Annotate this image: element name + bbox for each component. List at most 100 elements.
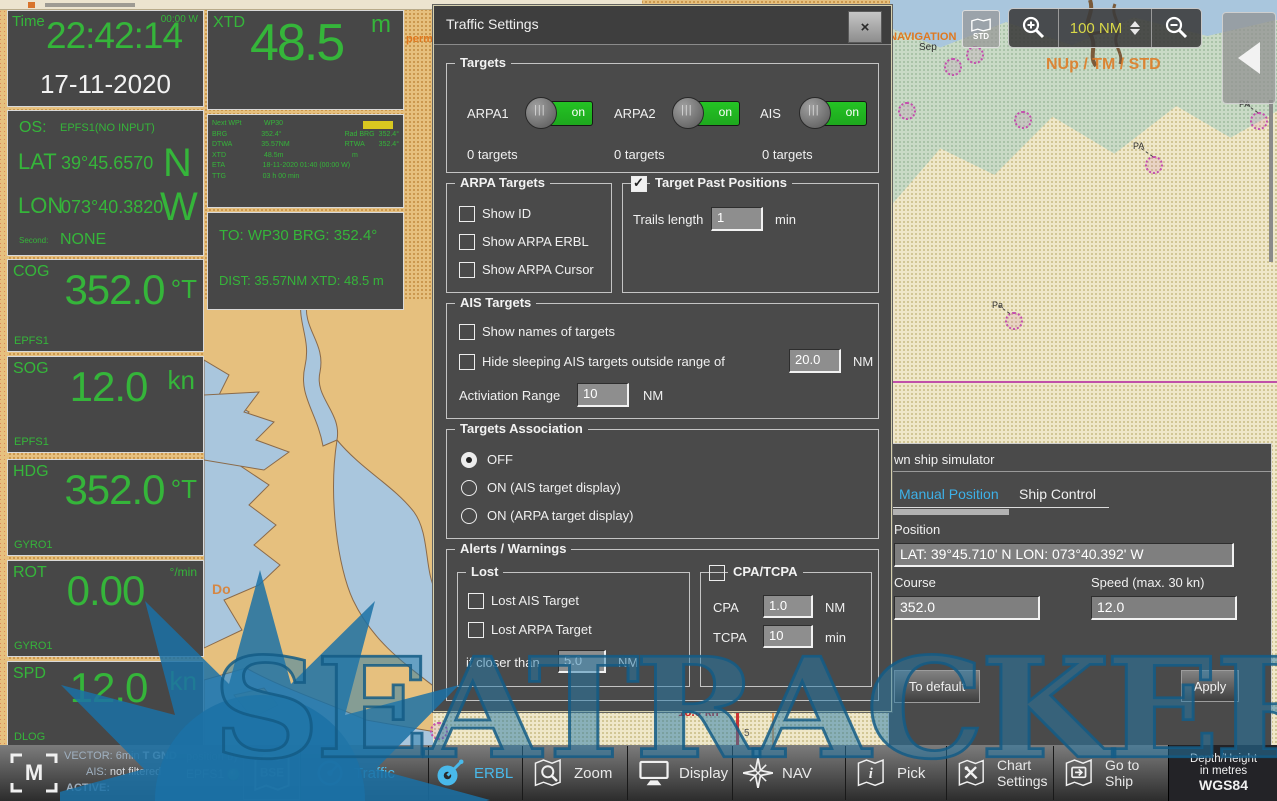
route-row: DTWA35.57NMRTWA352.4°	[212, 141, 399, 148]
zoom-button-label: Zoom	[574, 765, 612, 782]
toolbar-button-traffic[interactable]: Traffic	[300, 746, 428, 800]
dialog-close-button[interactable]: ×	[848, 11, 882, 43]
position-input[interactable]: LAT: 39°45.710' N LON: 073°40.392' W	[894, 543, 1234, 567]
zoom-in-button[interactable]	[1009, 9, 1059, 47]
zoom-in-icon	[1021, 15, 1047, 41]
scale-spinner-icon[interactable]	[1130, 21, 1140, 35]
position-panel: OS: EPFS1(NO INPUT) LAT 39°45.6570 N LON…	[7, 110, 204, 256]
show-arpa-erbl-checkbox[interactable]	[459, 234, 475, 250]
activation-range-input[interactable]: 10	[577, 383, 629, 407]
route-row: XTD48.5mm	[212, 152, 399, 159]
arpa1-label: ARPA1	[467, 106, 509, 121]
toolbar-button-display[interactable]: Display	[627, 746, 732, 800]
toolbar-button-nav[interactable]: NAV	[732, 746, 845, 800]
display-monitor-icon	[638, 759, 670, 787]
toolbar-button-pick[interactable]: i Pick	[845, 746, 946, 800]
show-names-checkbox[interactable]	[459, 324, 475, 340]
speed-input[interactable]: 12.0	[1091, 596, 1237, 620]
association-off-radio[interactable]	[461, 452, 477, 468]
chart-boundary-line	[890, 381, 1277, 383]
traffic-button-label: Traffic	[354, 765, 395, 782]
show-arpa-erbl-label: Show ARPA ERBL	[482, 234, 589, 249]
clock-date: 17-11-2020	[8, 69, 203, 100]
toolbar-button-erbl[interactable]: ERBL	[428, 746, 522, 800]
active-tab-indicator	[892, 509, 1009, 515]
to-default-button[interactable]: To default	[894, 670, 980, 703]
monogram-letter: M	[10, 760, 58, 786]
os-source: EPFS1(NO INPUT)	[60, 122, 155, 134]
course-input[interactable]: 352.0	[894, 596, 1040, 620]
background-window-icon	[28, 2, 35, 8]
if-closer-input[interactable]: 5.0	[558, 650, 606, 673]
hide-range-input[interactable]: 20.0	[789, 349, 841, 373]
alerts-warnings-group: Alerts / Warnings Lost Lost AIS Target L…	[446, 549, 879, 701]
past-positions-checkbox[interactable]	[631, 176, 647, 192]
chart-display-mode-button[interactable]: STD	[962, 10, 1000, 48]
datum-label: WGS84	[1199, 777, 1248, 793]
toolbar-button-chart-settings[interactable]: Chart Settings	[946, 746, 1053, 800]
hide-sleeping-checkbox[interactable]	[459, 354, 475, 370]
pick-info-map-icon: i	[856, 758, 888, 788]
tab-manual-position[interactable]: Manual Position	[899, 486, 999, 502]
obstruction-symbol	[944, 58, 962, 76]
tcpa-input[interactable]: 10	[763, 625, 813, 648]
alerts-warnings-title: Alerts / Warnings	[455, 541, 571, 556]
lat-label: LAT	[18, 149, 57, 175]
trails-length-input[interactable]: 1	[711, 207, 763, 231]
targets-association-title: Targets Association	[455, 421, 588, 436]
svg-text:i: i	[869, 766, 874, 782]
monitor-mode-button[interactable]: M	[10, 753, 58, 793]
ais-toggle[interactable]: on	[799, 99, 867, 127]
lost-arpa-checkbox[interactable]	[468, 622, 484, 638]
ais-filter-status: AIS: not filtered	[86, 766, 161, 778]
arrow-left-icon	[1238, 42, 1260, 74]
cpa-label: CPA	[713, 600, 739, 615]
toolbar-button-zoom[interactable]: Zoom	[522, 746, 627, 800]
arpa1-toggle[interactable]: on	[525, 99, 593, 127]
if-closer-unit: NM	[618, 655, 638, 670]
cog-unit: °T	[171, 274, 197, 305]
cpa-tcpa-checkbox[interactable]	[709, 565, 725, 581]
clock-panel: Time 22:42:14 00:00 W 17-11-2020	[7, 10, 204, 107]
toolbar-button-go-to-ship[interactable]: Go to Ship	[1053, 746, 1168, 800]
spd-source: DLOG	[14, 731, 45, 743]
erbl-button-label: ERBL	[474, 765, 513, 782]
active-status-label: ACTIVE:	[66, 782, 110, 794]
if-closer-label: if closer than	[466, 655, 540, 670]
dialog-titlebar[interactable]: Traffic Settings ×	[434, 6, 891, 45]
apply-button[interactable]: Apply	[1181, 670, 1239, 702]
panel-frame-edge	[1269, 100, 1273, 262]
show-arpa-cursor-checkbox[interactable]	[459, 262, 475, 278]
arpa2-toggle-state: on	[719, 105, 732, 119]
lost-ais-checkbox[interactable]	[468, 593, 484, 609]
arpa2-label: ARPA2	[614, 106, 656, 121]
association-on-ais-radio[interactable]	[461, 480, 477, 496]
depth-note-line1: Depth/Height	[1190, 753, 1257, 765]
scale-control: 100 NM	[1008, 8, 1202, 48]
arpa2-toggle[interactable]: on	[672, 99, 740, 127]
show-id-label: Show ID	[482, 206, 531, 221]
sog-panel: SOG 12.0 kn EPFS1	[7, 356, 204, 453]
association-on-arpa-radio[interactable]	[461, 508, 477, 524]
depth-units-note: Depth/Height in metres WGS84	[1168, 745, 1277, 801]
own-ship-simulator-panel: wn ship simulator Manual Position Ship C…	[888, 443, 1272, 746]
lon-label: LON	[18, 193, 63, 219]
show-id-checkbox[interactable]	[459, 206, 475, 222]
to-waypoint-line: TO: WP30 BRG: 352.4°	[219, 227, 377, 244]
association-off-label: OFF	[487, 452, 513, 467]
zoom-out-button[interactable]	[1151, 9, 1201, 47]
collapse-panel-button[interactable]	[1222, 12, 1276, 104]
ais-count: 0 targets	[762, 147, 813, 162]
vector-status: VECTOR: 6min T GND	[64, 750, 177, 762]
lon-value: 073°40.3820	[61, 197, 163, 218]
scale-selector[interactable]: 100 NM	[1059, 9, 1151, 47]
tab-ship-control[interactable]: Ship Control	[1019, 486, 1096, 502]
activation-range-label: Activiation Range	[459, 388, 560, 403]
cpa-input[interactable]: 1.0	[763, 595, 813, 618]
route-row: BRG352.4°Rad BRG352.4°	[212, 131, 399, 138]
toolbar-button-bse[interactable]: BSE BSE	[243, 746, 300, 800]
nav-button-label: NAV	[782, 765, 812, 782]
clock-label: Time	[12, 13, 45, 30]
panel-divider	[889, 471, 1271, 472]
hdg-panel: HDG 352.0 °T GYRO1	[7, 459, 204, 556]
